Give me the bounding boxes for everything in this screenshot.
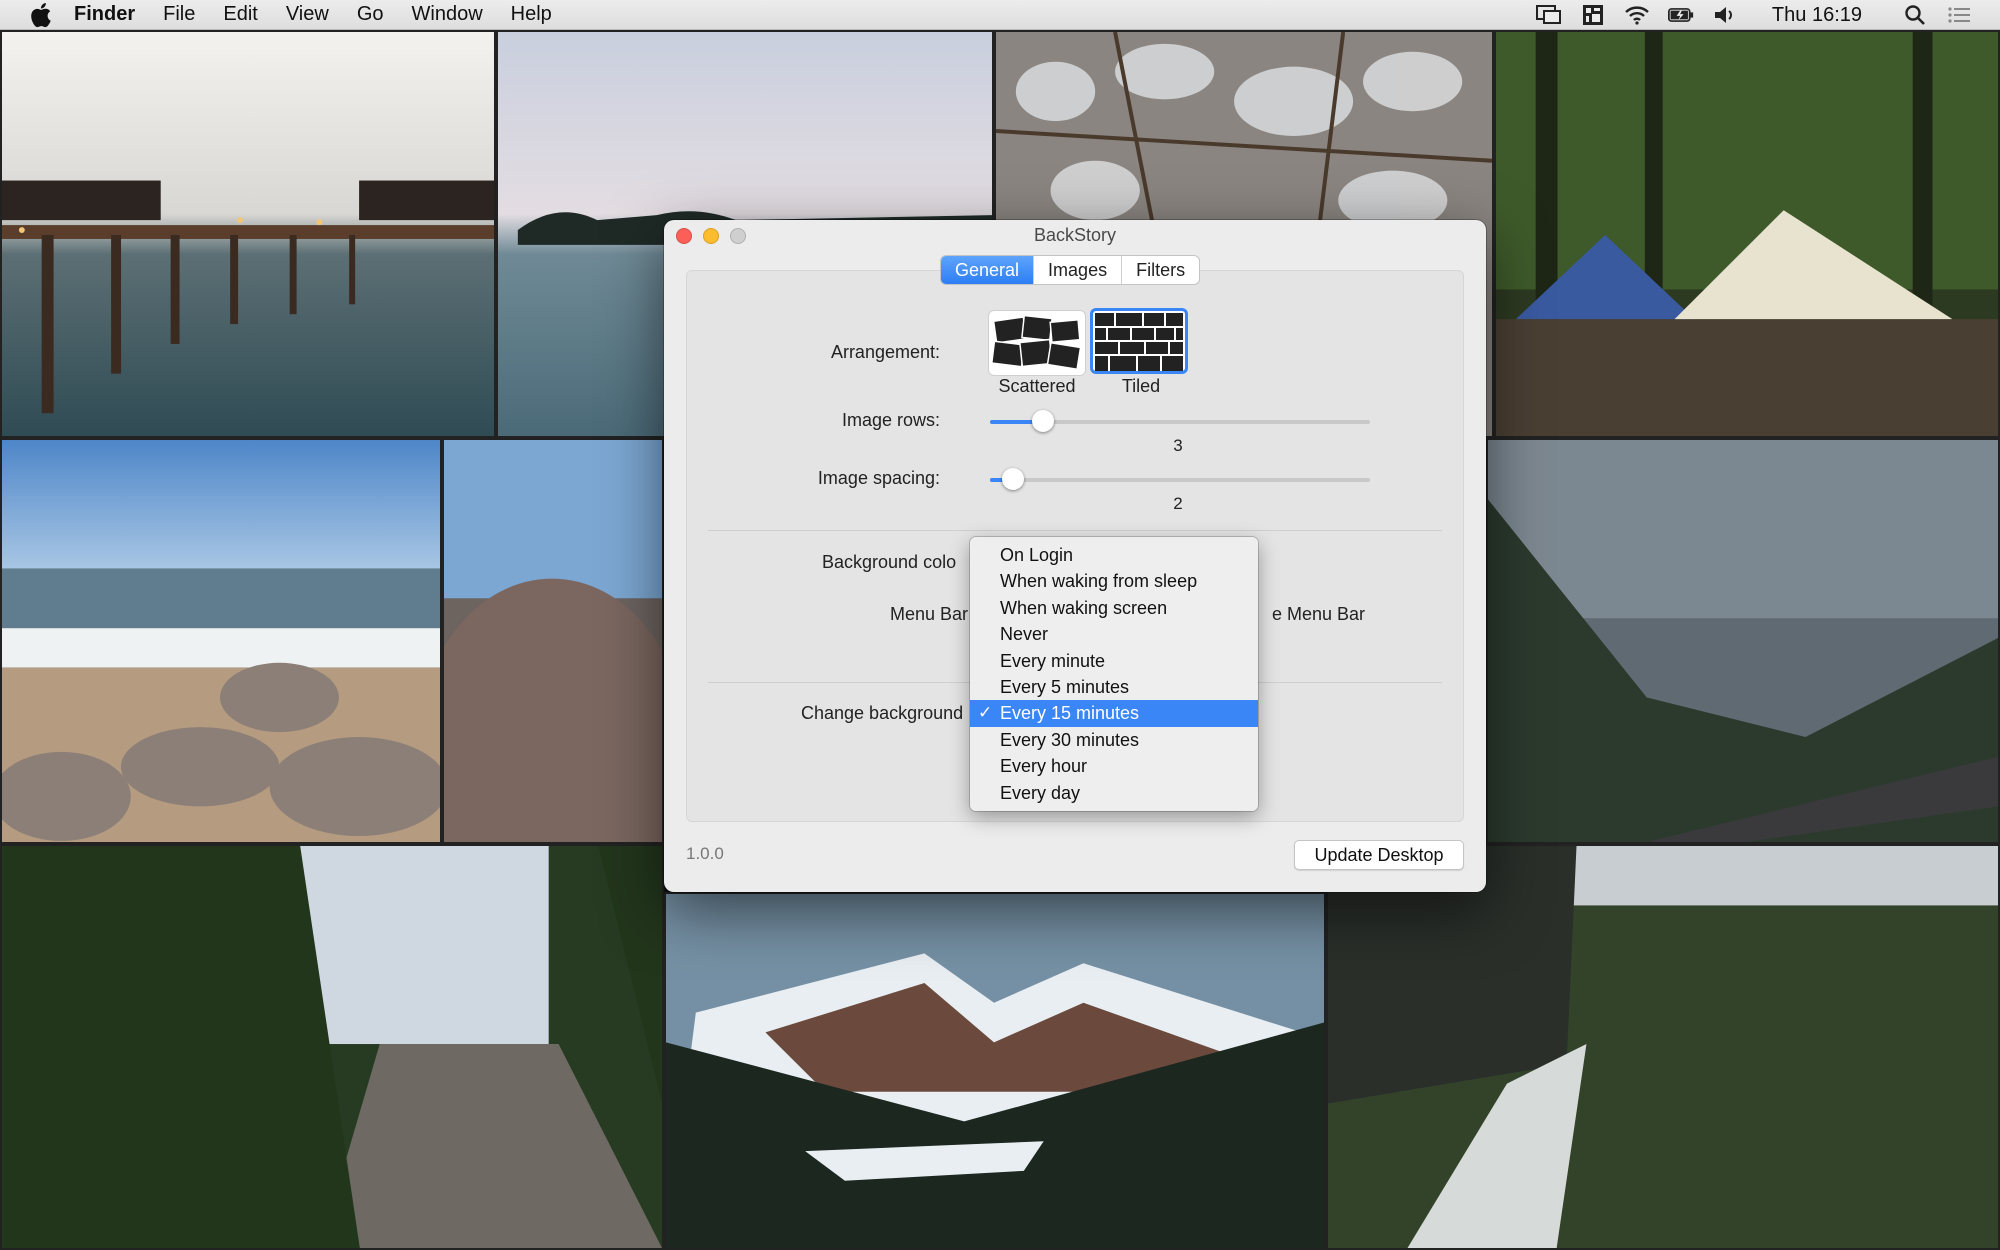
menu-window[interactable]: Window bbox=[412, 3, 483, 26]
change-background-option-label: Every 30 minutes bbox=[1000, 729, 1140, 750]
battery-icon[interactable] bbox=[1667, 4, 1694, 26]
change-background-option-label: When waking screen bbox=[1000, 597, 1168, 618]
wallpaper-forest-road bbox=[0, 844, 664, 1250]
menu-edit[interactable]: Edit bbox=[223, 3, 257, 26]
menu-help[interactable]: Help bbox=[511, 3, 552, 26]
arrangement-tiled-option[interactable] bbox=[1090, 308, 1188, 374]
image-spacing-value: 2 bbox=[1173, 494, 1183, 513]
zoom-button[interactable] bbox=[730, 228, 746, 244]
wallpaper-stormy-valley bbox=[1486, 438, 2000, 844]
checkmark-icon: ✓ bbox=[978, 703, 993, 723]
apple-icon[interactable] bbox=[28, 2, 52, 28]
wallpaper-snowy-mountain bbox=[664, 892, 1326, 1250]
image-rows-value: 3 bbox=[1173, 436, 1183, 455]
menu-go[interactable]: Go bbox=[357, 3, 384, 26]
change-background-option-label: Every day bbox=[1000, 782, 1081, 803]
arrangement-scattered-option[interactable] bbox=[988, 310, 1086, 376]
change-background-option[interactable]: Every hour bbox=[970, 753, 1258, 779]
change-background-option[interactable]: Every day bbox=[970, 780, 1258, 806]
change-background-option-label: Every 5 minutes bbox=[1000, 676, 1130, 697]
menu-bar-option-text: e Menu Bar bbox=[1272, 604, 1366, 624]
change-background-option[interactable]: ✓ Every 15 minutes bbox=[970, 700, 1258, 727]
menu-finder[interactable]: Finder bbox=[74, 3, 135, 26]
change-background-option[interactable]: On Login bbox=[970, 542, 1258, 568]
change-background-option[interactable]: Every minute bbox=[970, 648, 1258, 674]
update-desktop-button[interactable]: Update Desktop bbox=[1294, 840, 1464, 870]
change-background-option-label: Every hour bbox=[1000, 756, 1088, 777]
change-background-popup-menu: On Login When waking from sleep When wakin… bbox=[970, 537, 1258, 811]
menu-bar-label: Menu Bar bbox=[890, 604, 969, 624]
menu-bar: Finder File Edit View Go Window Help Thu… bbox=[0, 0, 2000, 30]
change-background-option-label: Every minute bbox=[1000, 650, 1106, 671]
menu-view[interactable]: View bbox=[286, 3, 329, 26]
wifi-icon[interactable] bbox=[1624, 4, 1650, 26]
change-background-label: Change background bbox=[801, 703, 964, 723]
wallpaper-pier-dusk bbox=[0, 30, 496, 438]
change-background-option[interactable]: When waking from sleep bbox=[970, 568, 1258, 594]
change-background-option[interactable]: Every 30 minutes bbox=[970, 727, 1258, 753]
tab-bar: General Images Filters bbox=[940, 255, 1201, 285]
menu-file[interactable]: File bbox=[163, 3, 195, 26]
list-icon[interactable] bbox=[1946, 4, 1972, 26]
wallpaper-mountain-stream bbox=[1326, 844, 2000, 1250]
change-background-option-label: Never bbox=[1000, 624, 1049, 645]
image-spacing-slider-knob[interactable] bbox=[1001, 468, 1024, 490]
window-title: BackStory bbox=[1033, 225, 1117, 245]
tiled-icon bbox=[1095, 313, 1183, 371]
change-background-option-label: On Login bbox=[1000, 545, 1074, 565]
minimize-button[interactable] bbox=[703, 228, 719, 244]
wallpaper-rock-sea bbox=[442, 438, 664, 844]
arrangement-tiled-label: Tiled bbox=[1121, 376, 1161, 396]
arrangement-scattered-label: Scattered bbox=[998, 376, 1076, 396]
image-spacing-label: Image spacing: bbox=[817, 468, 940, 488]
image-rows-slider[interactable] bbox=[990, 410, 1370, 432]
scattered-icon bbox=[990, 314, 1082, 371]
wallpaper-forest-tents bbox=[1494, 30, 2000, 438]
version-label: 1.0.0 bbox=[686, 844, 724, 863]
change-background-option[interactable]: Every 5 minutes bbox=[970, 674, 1258, 700]
close-button[interactable] bbox=[676, 228, 692, 244]
search-icon[interactable] bbox=[1902, 4, 1928, 26]
tab-filters[interactable]: Filters bbox=[1122, 256, 1199, 284]
change-background-option-label: Every 15 minutes bbox=[1000, 703, 1140, 724]
image-rows-label: Image rows: bbox=[841, 410, 940, 430]
background-color-label: Background colo bbox=[822, 552, 957, 572]
grid-icon[interactable] bbox=[1580, 4, 1606, 26]
tab-general[interactable]: General bbox=[941, 256, 1035, 284]
wallpaper-beach-stones bbox=[0, 438, 442, 844]
volume-icon[interactable] bbox=[1712, 4, 1738, 26]
arrangement-label: Arrangement: bbox=[830, 342, 940, 362]
menubar-clock[interactable]: Thu 16:19 bbox=[1772, 4, 1862, 27]
divider bbox=[708, 530, 1442, 531]
change-background-option-label: When waking from sleep bbox=[1000, 571, 1198, 592]
tab-images[interactable]: Images bbox=[1034, 256, 1123, 284]
change-background-option[interactable]: When waking screen bbox=[970, 595, 1258, 621]
image-spacing-slider[interactable] bbox=[990, 468, 1370, 490]
display-icon[interactable] bbox=[1535, 4, 1562, 26]
change-background-option[interactable]: Never bbox=[970, 621, 1258, 647]
